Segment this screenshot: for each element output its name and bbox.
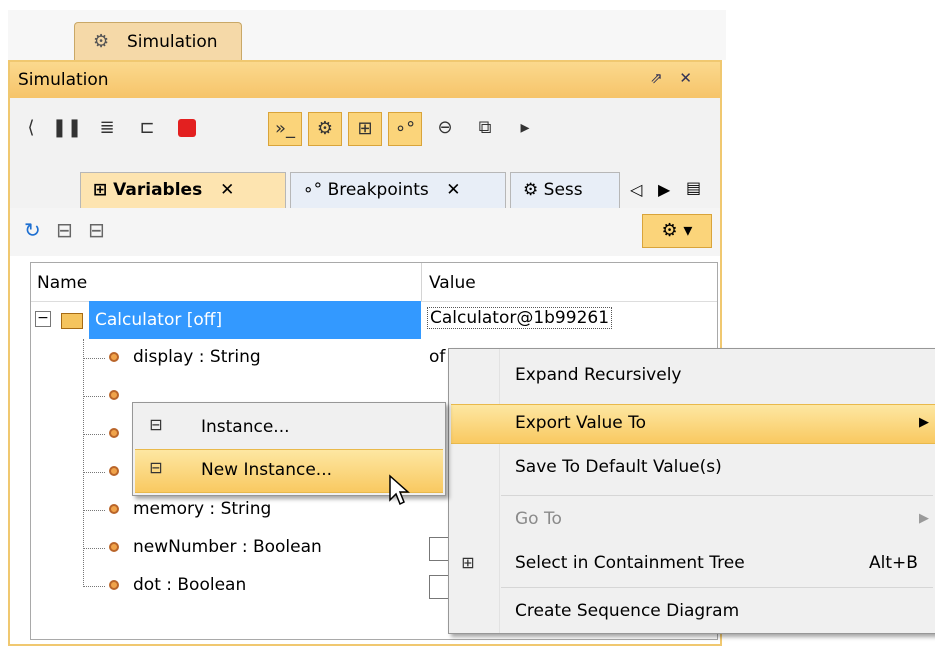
instance-object-icon: [61, 313, 83, 329]
tree-connector: [83, 339, 84, 587]
simulation-gear-icon: ⚙: [93, 31, 110, 52]
row-value: Calculator@1b99261: [427, 307, 613, 329]
menu-item-label: Save To Default Value(s): [515, 457, 722, 477]
scroll-right-icon[interactable]: ▸: [508, 112, 542, 146]
tree-icon: ⊞: [93, 180, 108, 200]
row-value: of: [429, 347, 446, 367]
menu-item-label: Expand Recursively: [515, 365, 682, 385]
panel-title-bar: Simulation ⇗ ✕: [10, 62, 720, 98]
tree-connector: [83, 472, 105, 473]
menu-item-label: Create Sequence Diagram: [515, 601, 740, 621]
scroll-left-icon[interactable]: ⟨: [14, 112, 48, 146]
attribute-icon: [109, 390, 119, 400]
tree-icon[interactable]: ⊞: [348, 112, 382, 146]
panel-window-controls[interactable]: ⇗ ✕: [650, 69, 698, 87]
instance-icon: ⊟: [149, 415, 163, 434]
column-divider: [421, 263, 422, 301]
instance-icon[interactable]: ⊟: [88, 218, 105, 242]
menu-item-go-to: Go To ▶: [451, 501, 935, 539]
menu-separator: [501, 587, 933, 588]
tab-list-icon[interactable]: ▤: [686, 178, 701, 197]
menu-item-label: Go To: [515, 509, 562, 529]
tree-connector: [83, 358, 105, 359]
tree-connector: [83, 434, 105, 435]
inner-tab-bar: ⊞ Variables ✕ ∘° Breakpoints ✕ ⚙ Sess ◁ …: [10, 160, 720, 209]
menu-item-instance[interactable]: ⊟ Instance...: [135, 407, 443, 449]
tree-connector: [83, 548, 105, 549]
tab-sessions[interactable]: ⚙ Sess: [510, 172, 620, 208]
menu-item-save-to-default[interactable]: Save To Default Value(s): [451, 449, 935, 487]
simulation-toolbar: ⟨ ❚❚ ≣ ⊏ »_ ⚙ ⊞ ∘° ⊖ ⧉ ▸: [10, 98, 720, 160]
menu-item-label: Select in Containment Tree: [515, 553, 745, 573]
attribute-icon: [109, 428, 119, 438]
menu-item-label: Instance...: [201, 417, 290, 437]
tab-sessions-label: Sess: [543, 180, 583, 200]
containment-tree-icon: ⊞: [461, 553, 475, 572]
column-header-name[interactable]: Name: [37, 273, 87, 293]
tab-breakpoints-label: Breakpoints: [327, 180, 429, 200]
row-name: newNumber : Boolean: [133, 537, 322, 557]
breakpoint-icon[interactable]: ∘°: [388, 112, 422, 146]
step-into-icon[interactable]: ≣: [90, 112, 124, 146]
menu-item-expand-recursively[interactable]: Expand Recursively: [451, 357, 935, 395]
tab-breakpoints[interactable]: ∘° Breakpoints ✕: [290, 172, 506, 208]
lock-icon[interactable]: ⊖: [428, 112, 462, 146]
context-menu: Expand Recursively Export Value To ▶ Sav…: [448, 348, 935, 634]
menu-separator: [501, 495, 933, 496]
tree-connector: [83, 510, 105, 511]
attribute-icon: [109, 352, 119, 362]
tab-variables-label: Variables: [113, 180, 203, 200]
panel-title: Simulation: [18, 70, 109, 90]
new-instance-icon[interactable]: ⊟: [56, 218, 73, 242]
menu-item-select-in-containment-tree[interactable]: ⊞ Select in Containment Tree Alt+B: [451, 545, 935, 583]
options-gear-button[interactable]: ⚙ ▾: [642, 214, 712, 248]
row-name: display : String: [133, 347, 261, 367]
animation-icon[interactable]: ⚙: [308, 112, 342, 146]
row-name: Calculator [off]: [89, 301, 421, 339]
attribute-icon: [109, 580, 119, 590]
console-icon[interactable]: »_: [268, 112, 302, 146]
menu-item-label: Export Value To: [515, 413, 647, 433]
mouse-cursor-icon: [389, 474, 410, 506]
column-header-value[interactable]: Value: [429, 273, 476, 293]
tab-simulation[interactable]: ⚙ Simulation: [74, 22, 242, 62]
pause-icon[interactable]: ❚❚: [50, 112, 84, 146]
submenu-arrow-icon: ▶: [919, 415, 929, 430]
close-icon[interactable]: ✕: [446, 180, 460, 200]
row-name: memory : String: [133, 499, 272, 519]
simulation-gear-icon: ⚙: [523, 180, 539, 200]
refresh-icon[interactable]: ↻: [24, 218, 41, 242]
attribute-icon: [109, 542, 119, 552]
menu-item-create-sequence-diagram[interactable]: Create Sequence Diagram: [451, 593, 935, 631]
menu-item-shortcut: Alt+B: [869, 553, 918, 573]
tab-simulation-label: Simulation: [127, 32, 218, 52]
menu-item-label: New Instance...: [201, 460, 333, 480]
close-icon[interactable]: ✕: [220, 180, 234, 200]
tab-scroll-right-icon[interactable]: ▶: [658, 180, 670, 199]
step-over-icon[interactable]: ⊏: [130, 112, 164, 146]
row-name: dot : Boolean: [133, 575, 247, 595]
gear-icon: ⚙ ▾: [661, 220, 693, 241]
tab-scroll-left-icon[interactable]: ◁: [630, 180, 642, 199]
attribute-icon: [109, 466, 119, 476]
table-row[interactable]: − Calculator [off] Calculator@1b99261: [31, 301, 717, 339]
outer-tab-bar: ⚙ Simulation: [8, 10, 726, 62]
submenu-arrow-icon: ▶: [919, 511, 929, 526]
variables-toolbar: ↻ ⊟ ⊟ ⚙ ▾: [10, 208, 720, 256]
table-header: Name Value: [31, 263, 717, 302]
breakpoint-icon: ∘°: [303, 180, 323, 200]
collapse-icon[interactable]: −: [35, 311, 51, 327]
tree-connector: [83, 396, 105, 397]
tree-connector: [83, 586, 105, 587]
menu-item-export-value-to[interactable]: Export Value To ▶: [451, 404, 935, 444]
stop-icon[interactable]: [170, 112, 204, 146]
new-instance-icon: ⊟: [149, 458, 163, 477]
tab-variables[interactable]: ⊞ Variables ✕: [80, 172, 286, 208]
export-icon[interactable]: ⧉: [468, 112, 502, 146]
attribute-icon: [109, 504, 119, 514]
